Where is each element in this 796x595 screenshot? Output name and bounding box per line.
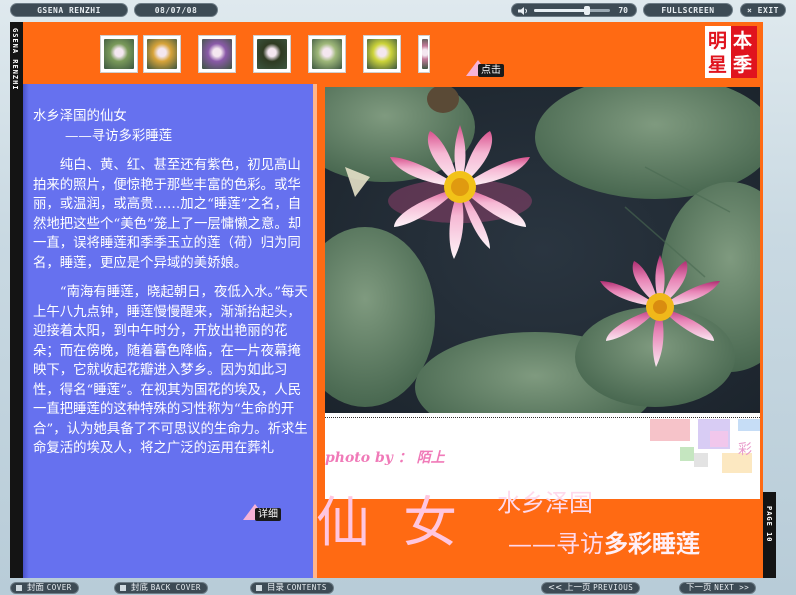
- seal-char: 本: [733, 30, 753, 52]
- previous-page-button[interactable]: << 上一页 PREVIOUS: [541, 582, 641, 594]
- thumbnail-2[interactable]: [143, 35, 181, 73]
- left-spine-text: GSENA RENZHI: [11, 28, 19, 91]
- thumbnail-image: [202, 39, 232, 69]
- issue-date: 08/07/08: [154, 6, 198, 15]
- thumbnail-image: [104, 39, 134, 69]
- magazine-book: GSENA RENZHI PAGE 10 点击 本 季 明 星 水乡泽国的仙女 …: [10, 22, 776, 578]
- volume-control[interactable]: 70: [511, 3, 637, 17]
- exit-button[interactable]: × EXIT: [740, 3, 786, 17]
- exit-label: × EXIT: [747, 6, 779, 15]
- article-text: 水乡泽国的仙女 ——寻访多彩睡莲 纯白、黄、红、甚至还有紫色，初见高山拍来的照片…: [33, 107, 311, 575]
- next-label-en: NEXT >>: [714, 583, 750, 592]
- front-cover-label-en: COVER: [46, 583, 72, 592]
- brand-name: GSENA RENZHI: [37, 6, 101, 15]
- thumbnail-4[interactable]: [253, 35, 291, 73]
- square-icon: [120, 585, 126, 591]
- feature-subtitle-text: 水乡泽国: [497, 489, 593, 517]
- next-label: 下一页: [686, 583, 712, 593]
- lotus-photo: 彩 photo by ： 陌上: [325, 87, 760, 499]
- thumbnail-image: [367, 39, 397, 69]
- seal-logo: 本 季 明 星: [705, 26, 757, 78]
- thumbnail-image: [312, 39, 342, 69]
- previous-label: << 上一页: [548, 583, 591, 593]
- water-lily-image: [325, 87, 760, 442]
- fullscreen-label: FULLSCREEN: [661, 6, 715, 15]
- feature-subtitle-text: ——寻访: [508, 530, 604, 558]
- thumbnail-5[interactable]: [308, 35, 346, 73]
- back-cover-label-en: BACK COVER: [150, 583, 201, 592]
- volume-slider[interactable]: [534, 6, 610, 15]
- back-cover-label: 封底: [131, 583, 149, 593]
- left-page-edge: [23, 84, 29, 578]
- click-hint-label: 点击: [478, 64, 504, 77]
- front-cover-label: 封面: [27, 583, 45, 593]
- thumbnail-6[interactable]: [363, 35, 401, 73]
- seal-char: 季: [733, 54, 753, 76]
- deco-square: [650, 419, 690, 441]
- detail-hint-label: 详细: [255, 508, 281, 521]
- contents-label: 目录: [267, 583, 285, 593]
- feature-subtitle-emphasis: 多彩睡莲: [604, 529, 700, 558]
- contents-button[interactable]: 目录 CONTENTS: [250, 582, 334, 594]
- square-icon: [256, 585, 262, 591]
- thumbnail-7[interactable]: [418, 35, 430, 73]
- square-icon: [16, 585, 22, 591]
- fullscreen-button[interactable]: FULLSCREEN: [643, 3, 733, 17]
- feature-title: 仙 女: [316, 491, 466, 554]
- thumbnail-image: [257, 39, 287, 69]
- page-number: PAGE 10: [765, 506, 773, 543]
- photo-credit: photo by ： 陌上: [325, 450, 445, 466]
- article-paragraph: “南海有睡莲，晓起朝日，夜低入水。”每天上午八九点钟，睡莲慢慢醒来，渐渐抬起头，…: [33, 285, 308, 456]
- volume-knob[interactable]: [584, 6, 591, 15]
- deco-square: [710, 431, 728, 447]
- right-spine: PAGE 10: [763, 492, 776, 578]
- corner-glyph: 彩: [738, 442, 752, 458]
- date-badge: 08/07/08: [134, 3, 218, 17]
- article-title: 水乡泽国的仙女: [33, 109, 127, 124]
- article-subtitle: ——寻访多彩睡莲: [65, 128, 173, 144]
- next-page-button[interactable]: 下一页 NEXT >>: [679, 582, 757, 594]
- deco-square: [738, 419, 760, 431]
- seal-char: 明: [708, 30, 728, 52]
- deco-square: [694, 453, 708, 467]
- feature-subtitle-1: 水乡泽国: [497, 488, 593, 518]
- thumbnail-image: [147, 39, 177, 69]
- volume-value: 70: [618, 6, 628, 15]
- volume-fill: [534, 9, 588, 12]
- thumbnail-1[interactable]: [100, 35, 138, 73]
- back-cover-button[interactable]: 封底 BACK COVER: [114, 582, 208, 594]
- top-bar: GSENA RENZHI 08/07/08 70 FULLSCREEN × EX…: [0, 0, 796, 20]
- color-squares: 彩: [650, 419, 760, 475]
- brand-badge: GSENA RENZHI: [10, 3, 128, 17]
- feature-subtitle-2: ——寻访多彩睡莲: [508, 528, 700, 560]
- contents-label-en: CONTENTS: [286, 583, 327, 592]
- thumbnail-image: [422, 39, 428, 69]
- previous-label-en: PREVIOUS: [593, 583, 634, 592]
- speaker-icon: [518, 7, 527, 15]
- deco-square: [680, 447, 694, 461]
- left-spine: GSENA RENZHI: [10, 22, 23, 578]
- photo-credit-strip: 彩 photo by ： 陌上: [325, 413, 760, 499]
- seal-char: 星: [708, 54, 728, 76]
- thumbnail-3[interactable]: [198, 35, 236, 73]
- front-cover-button[interactable]: 封面 COVER: [10, 582, 79, 594]
- article-paragraph: 纯白、黄、红、甚至还有紫色，初见高山拍来的照片，便惊艳于那些丰富的色彩。或华丽，…: [33, 158, 302, 271]
- bottom-nav-bar: 封面 COVER 封底 BACK COVER 目录 CONTENTS << 上一…: [0, 580, 796, 595]
